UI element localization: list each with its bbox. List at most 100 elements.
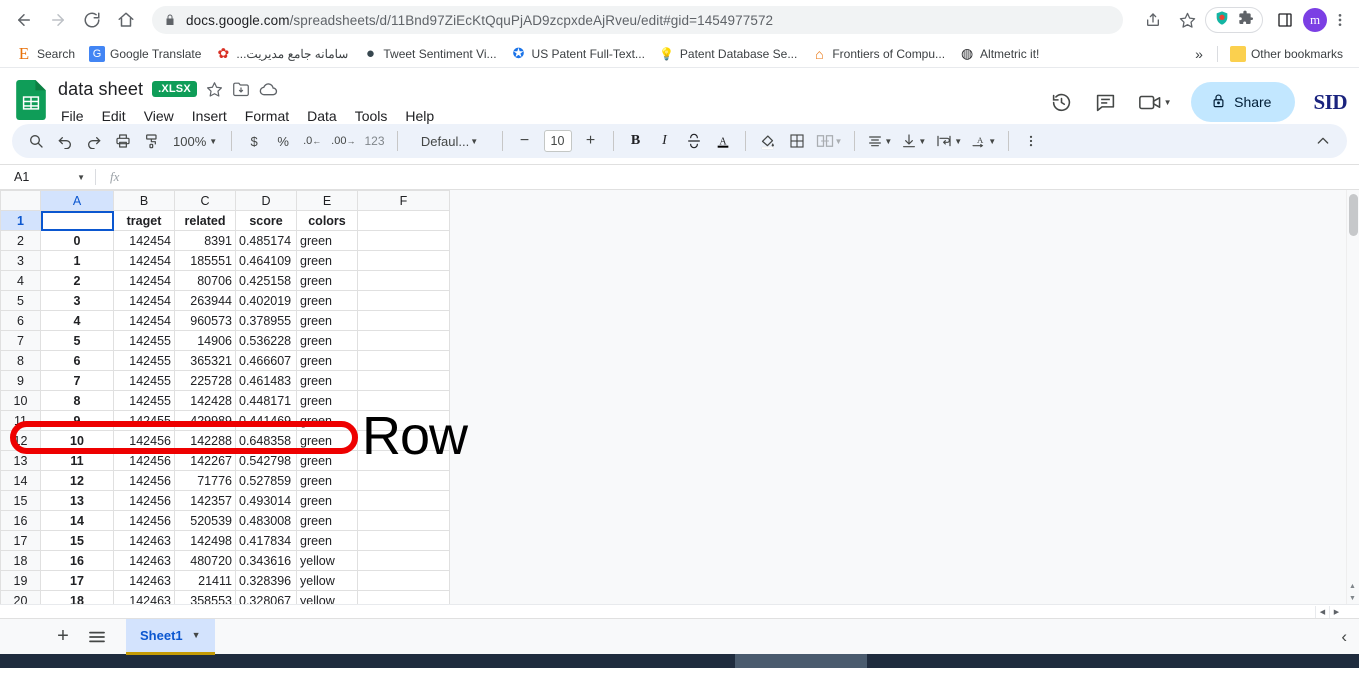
cell-d10[interactable]: 0.448171 [235, 390, 297, 411]
search-icon[interactable] [22, 127, 50, 155]
bookmark-item[interactable]: ◍ Altmetric it! [953, 43, 1045, 65]
bookmark-item[interactable]: ● Tweet Sentiment Vi... [356, 43, 502, 65]
add-sheet-button[interactable]: + [46, 622, 80, 652]
star-icon[interactable] [206, 81, 223, 98]
chevron-down-icon[interactable]: ▼ [470, 137, 478, 146]
decrease-decimal-button[interactable]: .0← [298, 127, 326, 155]
cell-a7[interactable]: 5 [40, 330, 114, 351]
vertical-align-button[interactable]: ▼ [897, 127, 930, 155]
cell-d2[interactable]: 0.485174 [235, 230, 297, 251]
cell-f3[interactable] [357, 250, 450, 271]
cell-c10[interactable]: 142428 [174, 390, 236, 411]
horizontal-scrollbar[interactable]: ◀ ▶ [0, 604, 1359, 618]
move-to-folder-icon[interactable] [232, 81, 250, 97]
all-sheets-button[interactable] [80, 622, 114, 652]
cell-e9[interactable]: green [296, 370, 358, 391]
cell-d13[interactable]: 0.542798 [235, 450, 297, 471]
chevron-down-icon[interactable]: ▼ [954, 137, 962, 146]
row-header[interactable]: 3 [0, 250, 41, 271]
cell-a18[interactable]: 16 [40, 550, 114, 571]
column-header-f[interactable]: F [357, 190, 450, 211]
cell-a5[interactable]: 3 [40, 290, 114, 311]
cell-e17[interactable]: green [296, 530, 358, 551]
cell-f16[interactable] [357, 510, 450, 531]
home-button[interactable] [110, 4, 142, 36]
cell-a16[interactable]: 14 [40, 510, 114, 531]
cell-b4[interactable]: 142454 [113, 270, 175, 291]
bookmark-item[interactable]: ✪ US Patent Full-Text... [505, 43, 651, 65]
menu-edit[interactable]: Edit [95, 106, 133, 126]
cell-b11[interactable]: 142455 [113, 410, 175, 431]
text-wrapping-button[interactable]: ▼ [931, 127, 966, 155]
extensions-puzzle-icon[interactable] [1238, 10, 1254, 31]
redo-icon[interactable] [80, 127, 108, 155]
cell-f1[interactable] [357, 210, 450, 231]
cell-c12[interactable]: 142288 [174, 430, 236, 451]
cell-d11[interactable]: 0.441469 [235, 410, 297, 431]
cell-e4[interactable]: green [296, 270, 358, 291]
cell-d9[interactable]: 0.461483 [235, 370, 297, 391]
cell-b9[interactable]: 142455 [113, 370, 175, 391]
text-color-button[interactable]: A [709, 127, 737, 155]
cell-d4[interactable]: 0.425158 [235, 270, 297, 291]
cell-b6[interactable]: 142454 [113, 310, 175, 331]
cell-c1[interactable]: related [174, 210, 236, 231]
vertical-scroll-thumb[interactable] [1349, 194, 1358, 236]
cell-d8[interactable]: 0.466607 [235, 350, 297, 371]
bookmarks-overflow-button[interactable]: » [1187, 46, 1211, 62]
column-header-c[interactable]: C [174, 190, 236, 211]
cell-c18[interactable]: 480720 [174, 550, 236, 571]
cell-a17[interactable]: 15 [40, 530, 114, 551]
cell-b5[interactable]: 142454 [113, 290, 175, 311]
cell-c4[interactable]: 80706 [174, 270, 236, 291]
row-header[interactable]: 17 [0, 530, 41, 551]
cell-f15[interactable] [357, 490, 450, 511]
column-header-b[interactable]: B [113, 190, 175, 211]
cell-f6[interactable] [357, 310, 450, 331]
row-header[interactable]: 13 [0, 450, 41, 471]
menu-insert[interactable]: Insert [185, 106, 234, 126]
cell-d15[interactable]: 0.493014 [235, 490, 297, 511]
strikethrough-button[interactable] [680, 127, 708, 155]
other-bookmarks-folder[interactable]: Other bookmarks [1224, 43, 1349, 65]
bold-button[interactable]: B [622, 127, 650, 155]
cell-c5[interactable]: 263944 [174, 290, 236, 311]
collapse-sheet-list-button[interactable]: ‹ [1341, 627, 1359, 647]
comment-icon[interactable] [1085, 82, 1125, 122]
cell-d3[interactable]: 0.464109 [235, 250, 297, 271]
italic-button[interactable]: I [651, 127, 679, 155]
cell-e15[interactable]: green [296, 490, 358, 511]
row-header[interactable]: 9 [0, 370, 41, 391]
cell-c17[interactable]: 142498 [174, 530, 236, 551]
row-header[interactable]: 6 [0, 310, 41, 331]
cell-d17[interactable]: 0.417834 [235, 530, 297, 551]
cell-d6[interactable]: 0.378955 [235, 310, 297, 331]
row-header[interactable]: 1 [0, 210, 41, 231]
paint-format-icon[interactable] [138, 127, 166, 155]
cell-e3[interactable]: green [296, 250, 358, 271]
cell-b3[interactable]: 142454 [113, 250, 175, 271]
borders-button[interactable] [783, 127, 811, 155]
cell-c19[interactable]: 21411 [174, 570, 236, 591]
forward-button[interactable] [42, 4, 74, 36]
back-button[interactable] [8, 4, 40, 36]
cell-f7[interactable] [357, 330, 450, 351]
cell-e2[interactable]: green [296, 230, 358, 251]
cell-c16[interactable]: 520539 [174, 510, 236, 531]
scroll-down-button[interactable]: ▼ [1348, 595, 1357, 602]
select-all-corner[interactable] [0, 190, 41, 211]
row-header[interactable]: 12 [0, 430, 41, 451]
collapse-toolbar-button[interactable] [1309, 127, 1337, 155]
print-icon[interactable] [109, 127, 137, 155]
merge-cells-button[interactable]: ▼ [812, 127, 847, 155]
meet-dropdown-caret[interactable]: ▼ [1164, 98, 1172, 107]
increase-decimal-button[interactable]: .00→ [327, 127, 359, 155]
more-formats-button[interactable]: 123 [360, 127, 388, 155]
profile-avatar[interactable]: m [1303, 8, 1327, 32]
cell-d5[interactable]: 0.402019 [235, 290, 297, 311]
vertical-scrollbar[interactable]: ▲ ▼ [1346, 190, 1359, 618]
version-history-icon[interactable] [1041, 82, 1081, 122]
cell-a1[interactable] [40, 210, 114, 231]
row-header[interactable]: 10 [0, 390, 41, 411]
bookmark-item[interactable]: ⌂ Frontiers of Compu... [805, 43, 951, 65]
